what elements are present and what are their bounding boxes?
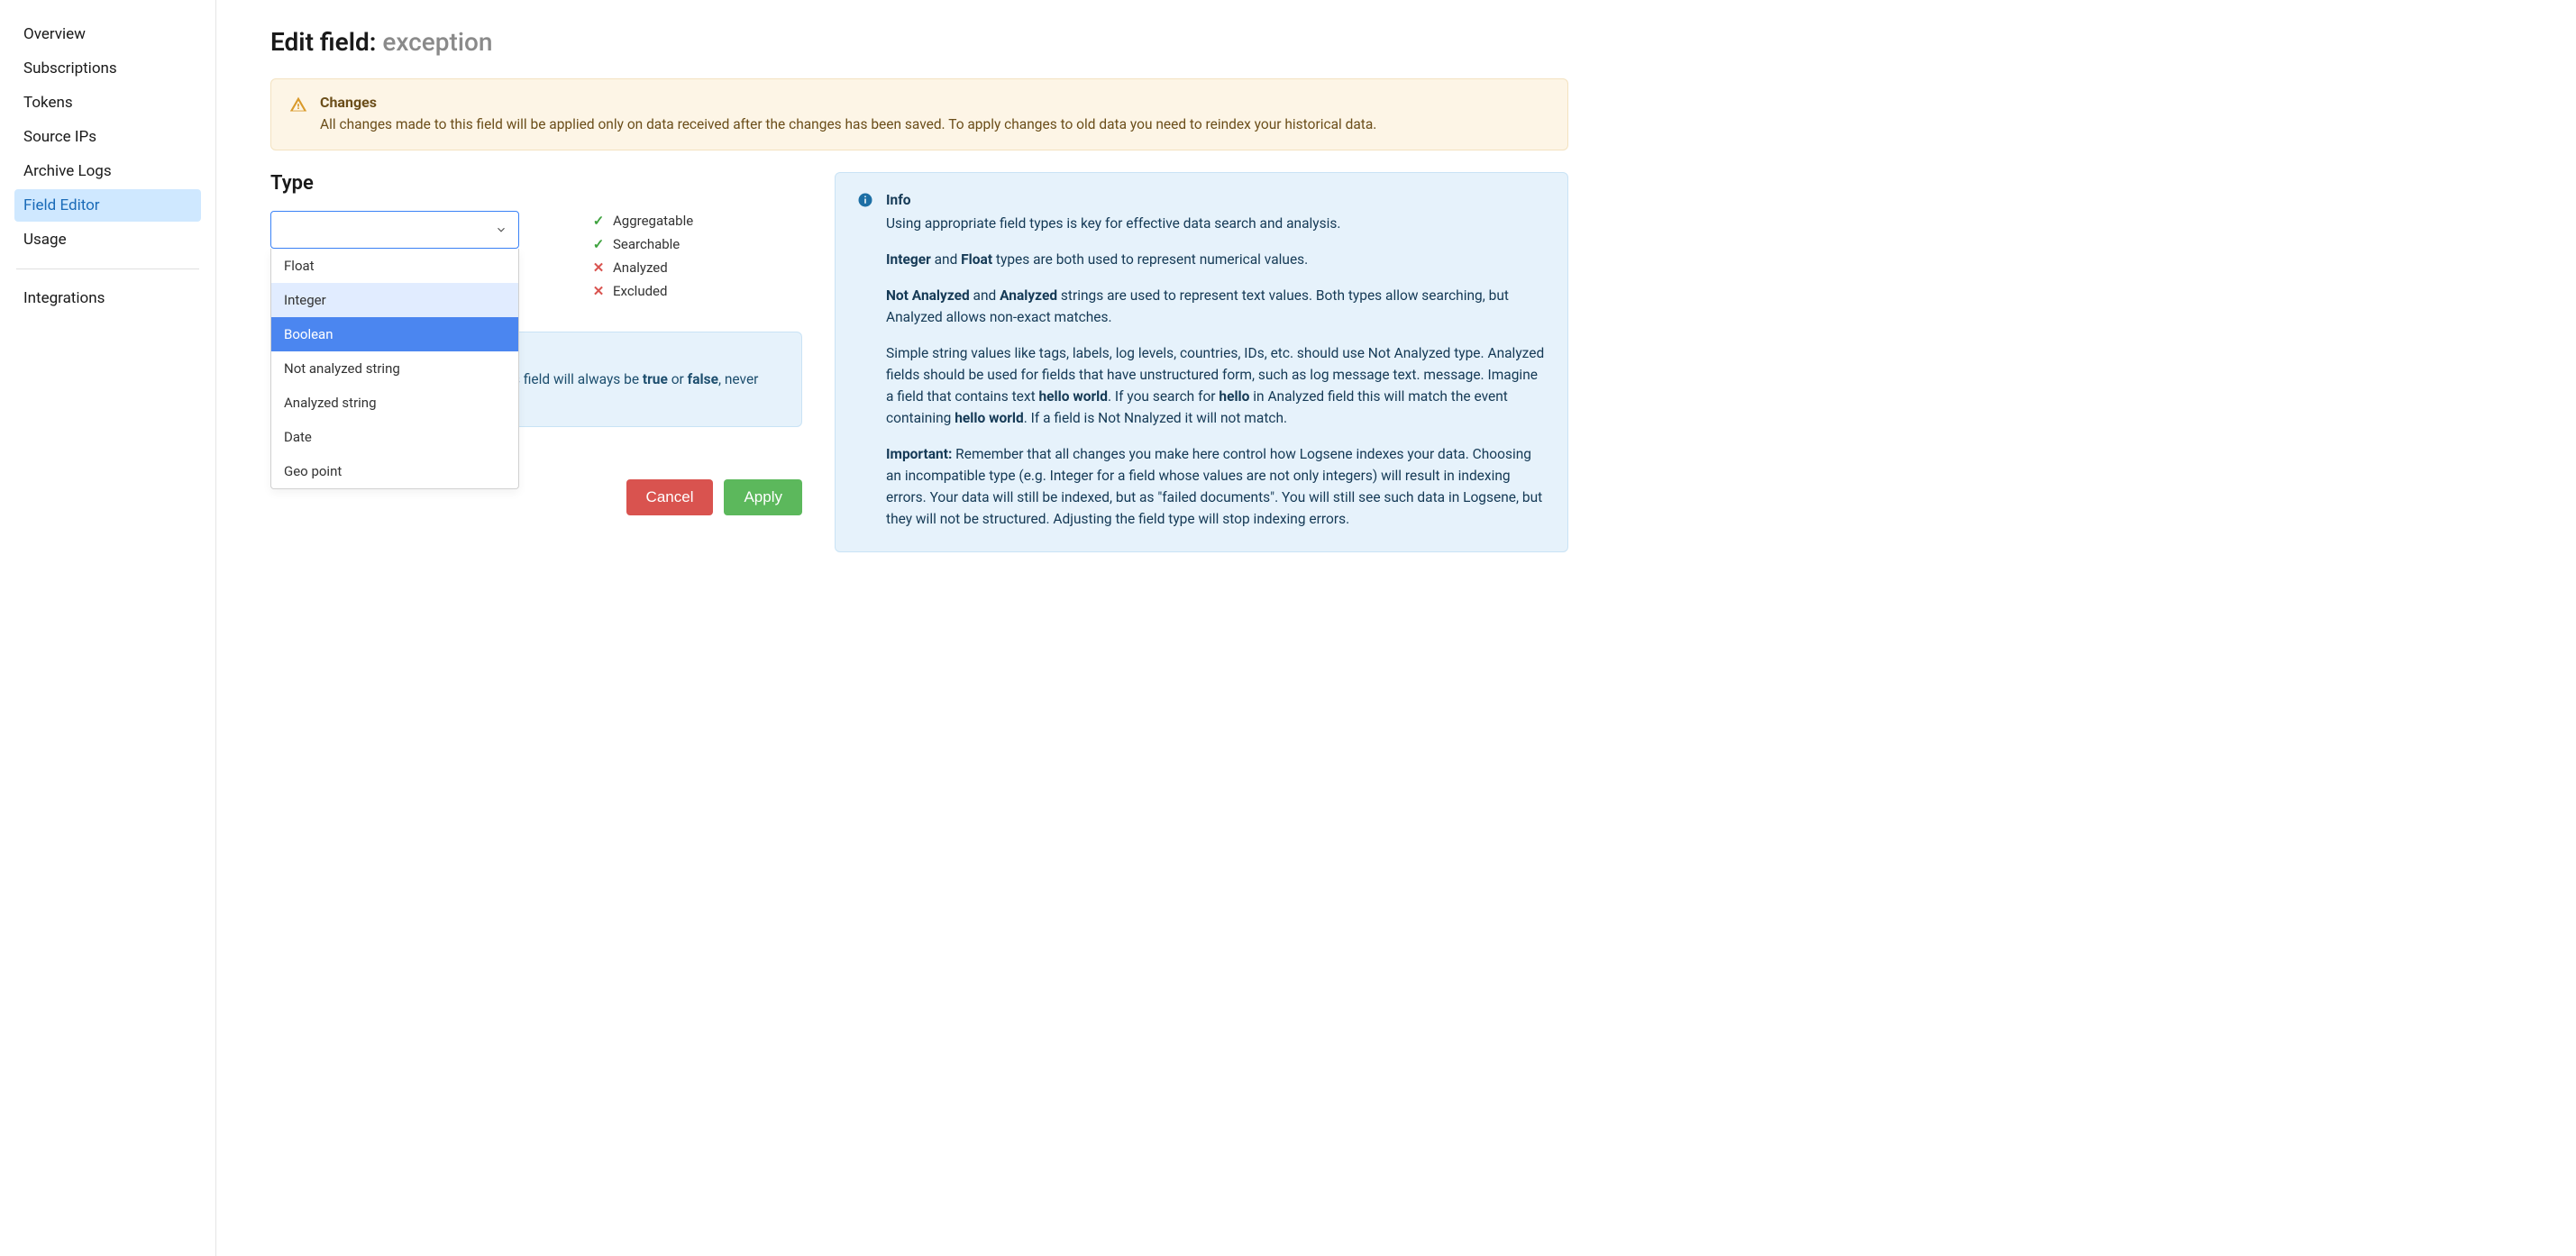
type-option-float[interactable]: Float (271, 249, 518, 283)
info-important: Important: Remember that all changes you… (886, 443, 1546, 530)
boolean-note-true: true (643, 371, 668, 387)
type-select[interactable] (270, 211, 519, 249)
sidebar-item-tokens[interactable]: Tokens (14, 86, 201, 119)
info-strings: Not Analyzed and Analyzed strings are us… (886, 285, 1546, 328)
sidebar-divider (16, 268, 199, 269)
type-dropdown: Float Integer Boolean Not analyzed strin… (270, 249, 519, 489)
flag-analyzed: ✕ Analyzed (591, 259, 693, 276)
type-option-boolean[interactable]: Boolean (271, 317, 518, 351)
flag-aggregatable-label: Aggregatable (613, 213, 693, 229)
type-select-wrapper: Float Integer Boolean Not analyzed strin… (270, 211, 519, 249)
type-option-not-analyzed-string[interactable]: Not analyzed string (271, 351, 518, 386)
cross-icon: ✕ (591, 284, 606, 298)
info-numeric: Integer and Float types are both used to… (886, 249, 1546, 270)
cancel-button[interactable]: Cancel (626, 479, 714, 515)
info-example: Simple string values like tags, labels, … (886, 342, 1546, 429)
flag-searchable: ✓ Searchable (591, 236, 693, 252)
check-icon: ✓ (591, 214, 606, 228)
main-content: Edit field: exception Changes All change… (216, 0, 1622, 1256)
warning-body: All changes made to this field will be a… (320, 114, 1376, 135)
flag-excluded-label: Excluded (613, 283, 667, 299)
warning-title: Changes (320, 94, 1376, 111)
flag-searchable-label: Searchable (613, 236, 680, 252)
info-title: Info (886, 189, 1546, 211)
info-icon (857, 192, 873, 208)
sidebar: Overview Subscriptions Tokens Source IPs… (0, 0, 216, 1256)
info-panel: Info Using appropriate field types is ke… (835, 172, 1568, 552)
type-flags: ✓ Aggregatable ✓ Searchable ✕ Analyzed (591, 211, 693, 306)
page-title-prefix: Edit field: (270, 27, 382, 57)
sidebar-item-integrations[interactable]: Integrations (14, 282, 201, 314)
sidebar-item-source-ips[interactable]: Source IPs (14, 121, 201, 153)
type-option-integer[interactable]: Integer (271, 283, 518, 317)
page-title-field: exception (382, 27, 492, 57)
sidebar-item-archive-logs[interactable]: Archive Logs (14, 155, 201, 187)
type-option-analyzed-string[interactable]: Analyzed string (271, 386, 518, 420)
cross-icon: ✕ (591, 260, 606, 275)
warning-icon (289, 96, 307, 114)
boolean-note-mid: or (668, 371, 688, 387)
chevron-down-icon (495, 223, 507, 236)
flag-excluded: ✕ Excluded (591, 283, 693, 299)
flag-analyzed-label: Analyzed (613, 259, 668, 276)
sidebar-item-usage[interactable]: Usage (14, 223, 201, 256)
flag-aggregatable: ✓ Aggregatable (591, 213, 693, 229)
changes-warning-banner: Changes All changes made to this field w… (270, 78, 1568, 150)
check-icon: ✓ (591, 237, 606, 251)
type-heading: Type (270, 172, 802, 195)
page-title: Edit field: exception (270, 27, 1568, 57)
sidebar-item-subscriptions[interactable]: Subscriptions (14, 52, 201, 85)
apply-button[interactable]: Apply (724, 479, 802, 515)
sidebar-item-field-editor[interactable]: Field Editor (14, 189, 201, 222)
type-option-geo-point[interactable]: Geo point (271, 454, 518, 488)
sidebar-item-overview[interactable]: Overview (14, 18, 201, 50)
boolean-note-false: false (688, 371, 718, 387)
type-option-date[interactable]: Date (271, 420, 518, 454)
info-intro: Using appropriate field types is key for… (886, 213, 1546, 234)
